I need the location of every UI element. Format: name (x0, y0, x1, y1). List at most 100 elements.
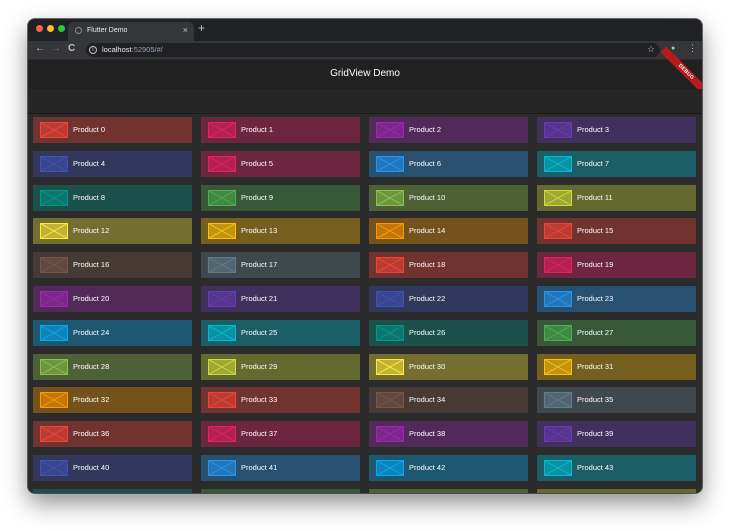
tab-title: Flutter Demo (87, 27, 128, 34)
product-label: Product 7 (577, 158, 610, 168)
product-card[interactable]: Product 13 (201, 218, 360, 245)
close-icon[interactable]: × (183, 25, 188, 35)
product-card[interactable] (537, 488, 696, 493)
product-card[interactable]: Product 4 (33, 150, 192, 177)
product-label: Product 31 (577, 361, 614, 371)
zoom-window-button[interactable] (58, 25, 65, 32)
product-card[interactable]: Product 32 (33, 387, 192, 414)
product-card[interactable]: Product 18 (369, 252, 528, 279)
browser-toolbar: ← → C i localhost:52905/#/ ☆ ● ⋮ (28, 41, 702, 59)
product-card[interactable]: Product 15 (537, 218, 696, 245)
product-card[interactable] (33, 488, 192, 493)
product-card[interactable]: Product 35 (537, 387, 696, 414)
product-label: Product 25 (241, 327, 278, 337)
address-bar[interactable]: i localhost:52905/#/ ☆ (86, 43, 660, 57)
url-host: localhost (102, 45, 132, 54)
close-window-button[interactable] (36, 25, 43, 32)
product-card[interactable]: Product 31 (537, 353, 696, 380)
product-card[interactable]: Product 41 (201, 455, 360, 481)
image-placeholder-icon (40, 223, 68, 240)
image-placeholder-icon (376, 257, 404, 274)
product-label: Product 21 (241, 294, 278, 303)
image-placeholder-icon (208, 291, 236, 307)
product-card[interactable]: Product 19 (537, 252, 696, 279)
product-label: Product 26 (409, 327, 446, 337)
image-placeholder-icon (544, 155, 572, 172)
product-label: Product 19 (577, 260, 614, 270)
product-card[interactable]: Product 10 (369, 184, 528, 211)
product-card[interactable]: Product 1 (201, 117, 360, 143)
product-card[interactable]: Product 21 (201, 286, 360, 312)
product-card[interactable]: Product 8 (33, 184, 192, 211)
forward-arrow-icon[interactable]: → (51, 43, 61, 54)
image-placeholder-icon (208, 460, 236, 476)
new-tab-button[interactable]: + (198, 21, 205, 35)
image-placeholder-icon (544, 122, 572, 138)
image-placeholder-icon (40, 189, 68, 206)
product-card[interactable]: Product 16 (33, 252, 192, 279)
product-label: Product 42 (409, 463, 446, 472)
product-card[interactable]: Product 30 (369, 353, 528, 380)
product-card[interactable]: Product 23 (537, 286, 696, 312)
back-arrow-icon[interactable]: ← (35, 43, 45, 54)
product-card[interactable]: Product 29 (201, 353, 360, 380)
product-label: Product 36 (73, 429, 110, 439)
product-card[interactable] (201, 488, 360, 493)
product-card[interactable]: Product 28 (33, 353, 192, 380)
product-label: Product 17 (241, 260, 278, 270)
product-label: Product 8 (73, 192, 106, 202)
profile-icon[interactable]: ● (671, 45, 675, 52)
product-card[interactable]: Product 37 (201, 421, 360, 448)
product-label: Product 3 (577, 125, 610, 134)
info-icon[interactable]: i (89, 46, 97, 54)
product-label: Product 32 (73, 395, 110, 405)
product-label: Product 4 (73, 158, 106, 168)
product-card[interactable]: Product 27 (537, 319, 696, 346)
product-label: Product 15 (577, 226, 614, 236)
image-placeholder-icon (40, 426, 68, 443)
image-placeholder-icon (208, 223, 236, 240)
product-label: Product 23 (577, 294, 614, 303)
product-card[interactable]: Product 0 (33, 117, 192, 143)
product-card[interactable]: Product 33 (201, 387, 360, 414)
product-label: Product 20 (73, 294, 110, 303)
product-label: Product 12 (73, 226, 110, 236)
image-placeholder-icon (544, 189, 572, 206)
product-card[interactable]: Product 7 (537, 150, 696, 177)
product-card[interactable]: Product 26 (369, 319, 528, 346)
product-card[interactable]: Product 17 (201, 252, 360, 279)
product-card[interactable]: Product 3 (537, 117, 696, 143)
image-placeholder-icon (544, 426, 572, 443)
bookmark-star-icon[interactable]: ☆ (647, 44, 655, 55)
product-card[interactable]: Product 2 (369, 117, 528, 143)
product-card[interactable]: Product 42 (369, 455, 528, 481)
product-card[interactable]: Product 11 (537, 184, 696, 211)
product-grid[interactable]: Product 0 Product 1 Product 2 Product 3 Prod… (28, 114, 702, 493)
image-placeholder-icon (40, 324, 68, 341)
product-card[interactable]: Product 22 (369, 286, 528, 312)
product-card[interactable]: Product 38 (369, 421, 528, 448)
product-card[interactable]: Product 39 (537, 421, 696, 448)
kebab-menu-icon[interactable]: ⋮ (688, 43, 697, 54)
product-card[interactable]: Product 40 (33, 455, 192, 481)
image-placeholder-icon (544, 358, 572, 375)
product-card[interactable]: Product 24 (33, 319, 192, 346)
product-label: Product 38 (409, 429, 446, 439)
product-card[interactable]: Product 5 (201, 150, 360, 177)
product-card[interactable] (369, 488, 528, 493)
url-path: :52905/#/ (131, 45, 163, 54)
image-placeholder-icon (376, 426, 404, 443)
product-card[interactable]: Product 36 (33, 421, 192, 448)
product-card[interactable]: Product 34 (369, 387, 528, 414)
product-card[interactable]: Product 14 (369, 218, 528, 245)
product-card[interactable]: Product 12 (33, 218, 192, 245)
minimize-window-button[interactable] (47, 25, 54, 32)
product-card[interactable]: Product 20 (33, 286, 192, 312)
product-card[interactable]: Product 43 (537, 455, 696, 481)
reload-icon[interactable]: C (68, 43, 75, 54)
tab-flutter-demo[interactable]: Flutter Demo × (68, 22, 194, 41)
product-card[interactable]: Product 9 (201, 184, 360, 211)
product-card[interactable]: Product 25 (201, 319, 360, 346)
product-card[interactable]: Product 6 (369, 150, 528, 177)
image-placeholder-icon (544, 460, 572, 476)
